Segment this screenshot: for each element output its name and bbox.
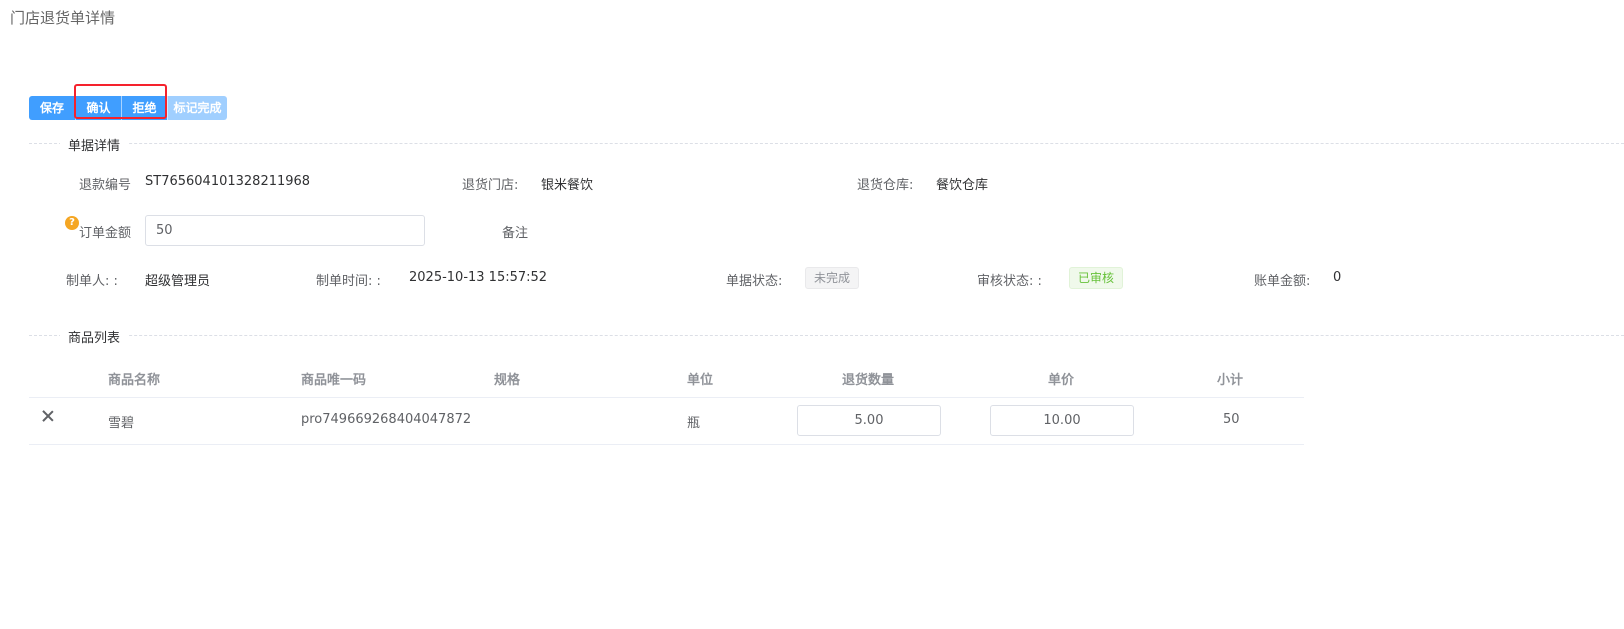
audit-status-label: 审核状态: : <box>977 274 1042 289</box>
order-amount-label: 订单金额 <box>79 226 132 241</box>
section-divider <box>29 335 1624 336</box>
remark-label: 备注 <box>502 226 529 241</box>
column-header: 商品名称 <box>108 373 161 388</box>
column-header: 商品唯一码 <box>301 373 367 388</box>
reject-button[interactable]: 拒绝 <box>121 96 167 120</box>
column-header: 退货数量 <box>842 373 895 388</box>
refund-no-value: ST765604101328211968 <box>145 174 311 189</box>
audit-status-badge: 已审核 <box>1069 267 1124 289</box>
doc-status-label: 单据状态: <box>726 274 783 289</box>
refund-no-label: 退款编号 <box>79 178 132 193</box>
created-time-value: 2025-10-13 15:57:52 <box>409 270 548 285</box>
product-code-cell: pro749669268404047872 <box>301 412 472 427</box>
detail-section-title: 单据详情 <box>60 135 129 154</box>
product-section-title: 商品列表 <box>60 327 129 346</box>
return-store-value: 银米餐饮 <box>541 178 594 193</box>
bill-amount-value: 0 <box>1333 270 1342 285</box>
column-header: 单位 <box>687 373 714 388</box>
creator-value: 超级管理员 <box>145 274 211 289</box>
product-name-cell: 雪碧 <box>108 416 135 431</box>
created-time-label: 制单时间: : <box>316 274 381 289</box>
row-divider <box>29 397 1304 398</box>
page-title: 门店退货单详情 <box>10 9 116 27</box>
section-divider <box>29 143 1624 144</box>
return-warehouse-label: 退货仓库: <box>857 178 914 193</box>
return-qty-input[interactable] <box>797 405 941 436</box>
doc-status-badge: 未完成 <box>805 267 860 289</box>
creator-label: 制单人: : <box>66 274 118 289</box>
save-button[interactable]: 保存 <box>29 96 75 120</box>
mark-complete-button[interactable]: 标记完成 <box>167 96 227 120</box>
column-header: 小计 <box>1217 373 1244 388</box>
close-icon[interactable] <box>41 409 55 423</box>
column-header: 规格 <box>494 373 521 388</box>
column-header: 单价 <box>1048 373 1075 388</box>
product-unit-cell: 瓶 <box>687 416 701 431</box>
bill-amount-label: 账单金额: <box>1254 274 1311 289</box>
return-store-label: 退货门店: <box>462 178 519 193</box>
subtotal-cell: 50 <box>1223 412 1240 427</box>
help-icon[interactable]: ? <box>65 216 79 230</box>
row-divider <box>29 444 1304 445</box>
order-amount-input[interactable] <box>145 215 425 246</box>
unit-price-input[interactable] <box>990 405 1134 436</box>
return-warehouse-value: 餐饮仓库 <box>936 178 989 193</box>
confirm-button[interactable]: 确认 <box>75 96 121 120</box>
toolbar: 保存 确认 拒绝 标记完成 <box>29 96 227 120</box>
